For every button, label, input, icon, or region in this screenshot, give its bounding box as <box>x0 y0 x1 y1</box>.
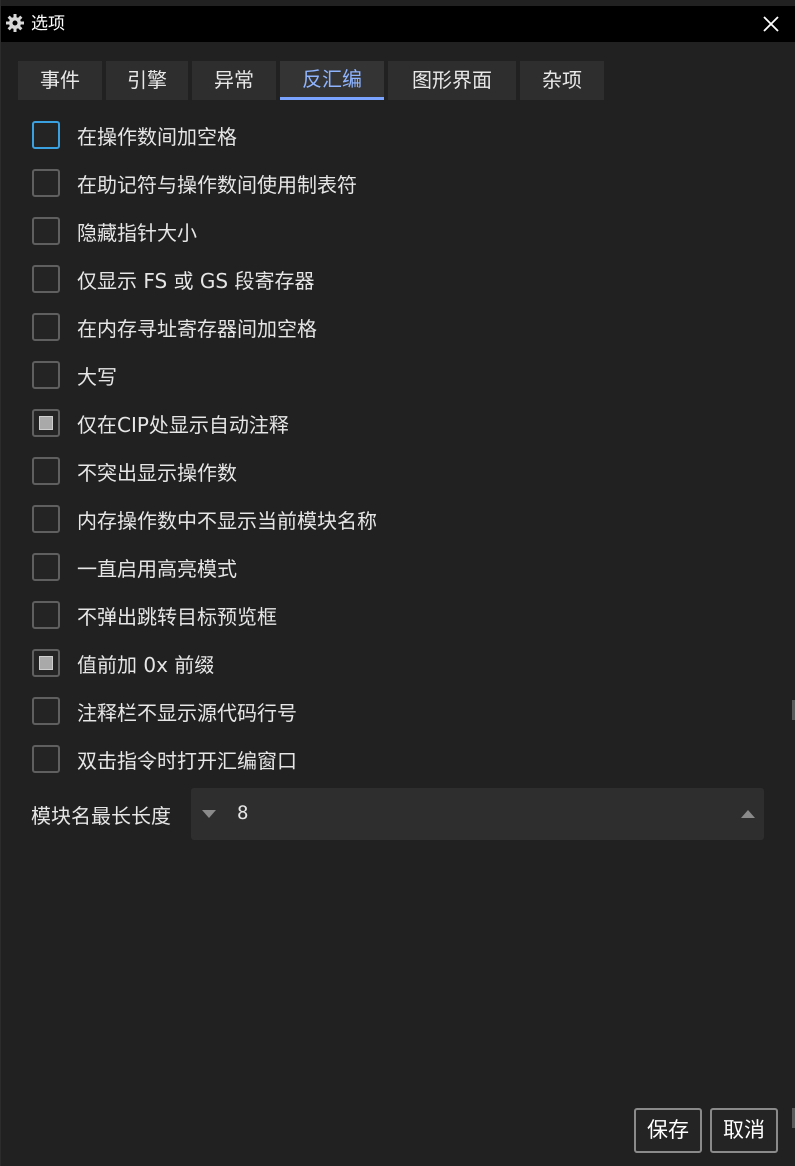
option-space-between-operands[interactable]: 在操作数间加空格 <box>32 111 377 159</box>
title-bar: 选项 <box>1 6 795 42</box>
option-label: 隐藏指针大小 <box>77 220 197 245</box>
option-label: 仅显示 FS 或 GS 段寄存器 <box>77 268 315 293</box>
option-label: 不突出显示操作数 <box>77 460 237 485</box>
checkbox[interactable] <box>32 457 60 485</box>
option-label: 不弹出跳转目标预览框 <box>77 604 277 629</box>
checkbox[interactable] <box>32 169 60 197</box>
checkbox[interactable] <box>32 553 60 581</box>
module-length-label: 模块名最长长度 <box>31 803 171 828</box>
tab-exceptions[interactable]: 异常 <box>192 61 276 100</box>
checkbox[interactable] <box>32 649 60 677</box>
option-label: 一直启用高亮模式 <box>77 556 237 581</box>
option-label: 双击指令时打开汇编窗口 <box>77 748 297 773</box>
checkbox[interactable] <box>32 601 60 629</box>
options-list: 在操作数间加空格 在助记符与操作数间使用制表符 隐藏指针大小 仅显示 FS 或 … <box>32 111 377 783</box>
option-label: 大写 <box>77 364 117 389</box>
cancel-button[interactable]: 取消 <box>710 1108 778 1153</box>
module-length-spinbox[interactable]: 8 <box>191 788 764 840</box>
close-icon[interactable] <box>760 13 782 35</box>
option-no-source-line-in-comments[interactable]: 注释栏不显示源代码行号 <box>32 687 377 735</box>
checkbox[interactable] <box>32 361 60 389</box>
option-no-highlight-operands[interactable]: 不突出显示操作数 <box>32 447 377 495</box>
checkbox[interactable] <box>32 121 60 149</box>
options-dialog: 选项 事件 引擎 异常 反汇编 图形界面 杂项 在操作数间加空格 在助记符与操作… <box>0 0 795 1166</box>
checkbox[interactable] <box>32 265 60 293</box>
tab-disassembly[interactable]: 反汇编 <box>280 61 384 100</box>
save-button[interactable]: 保存 <box>634 1108 702 1153</box>
checkbox[interactable] <box>32 217 60 245</box>
checkbox[interactable] <box>32 313 60 341</box>
gear-icon <box>6 14 24 32</box>
tab-events[interactable]: 事件 <box>18 61 102 100</box>
module-length-value[interactable]: 8 <box>237 802 248 824</box>
checkbox[interactable] <box>32 745 60 773</box>
option-autocomment-only-cip[interactable]: 仅在CIP处显示自动注释 <box>32 399 377 447</box>
tab-bar: 事件 引擎 异常 反汇编 图形界面 杂项 <box>18 61 608 101</box>
option-doubleclick-assemble[interactable]: 双击指令时打开汇编窗口 <box>32 735 377 783</box>
checkbox[interactable] <box>32 697 60 725</box>
option-label: 在助记符与操作数间使用制表符 <box>77 172 357 197</box>
tab-gui[interactable]: 图形界面 <box>388 61 516 100</box>
tab-engine[interactable]: 引擎 <box>106 61 188 100</box>
option-label: 注释栏不显示源代码行号 <box>77 700 297 725</box>
option-label: 值前加 0x 前缀 <box>77 652 215 677</box>
checkbox[interactable] <box>32 505 60 533</box>
option-label: 内存操作数中不显示当前模块名称 <box>77 508 377 533</box>
option-0x-prefix-values[interactable]: 值前加 0x 前缀 <box>32 639 377 687</box>
option-tab-between-mnemonic-operands[interactable]: 在助记符与操作数间使用制表符 <box>32 159 377 207</box>
tab-misc[interactable]: 杂项 <box>520 61 604 100</box>
module-length-row: 模块名最长长度 <box>31 789 171 839</box>
option-no-branch-preview[interactable]: 不弹出跳转目标预览框 <box>32 591 377 639</box>
arrow-up-icon[interactable] <box>740 808 756 820</box>
option-uppercase[interactable]: 大写 <box>32 351 377 399</box>
option-permanent-highlight-mode[interactable]: 一直启用高亮模式 <box>32 543 377 591</box>
option-label: 在操作数间加空格 <box>77 124 237 149</box>
option-space-memory-registers[interactable]: 在内存寻址寄存器间加空格 <box>32 303 377 351</box>
window-title: 选项 <box>31 14 65 34</box>
option-hide-pointer-size[interactable]: 隐藏指针大小 <box>32 207 377 255</box>
option-hide-current-module-name[interactable]: 内存操作数中不显示当前模块名称 <box>32 495 377 543</box>
option-label: 在内存寻址寄存器间加空格 <box>77 316 317 341</box>
option-label: 仅在CIP处显示自动注释 <box>77 412 289 437</box>
arrow-down-icon[interactable] <box>201 808 217 820</box>
checkbox[interactable] <box>32 409 60 437</box>
option-only-fs-gs-segments[interactable]: 仅显示 FS 或 GS 段寄存器 <box>32 255 377 303</box>
